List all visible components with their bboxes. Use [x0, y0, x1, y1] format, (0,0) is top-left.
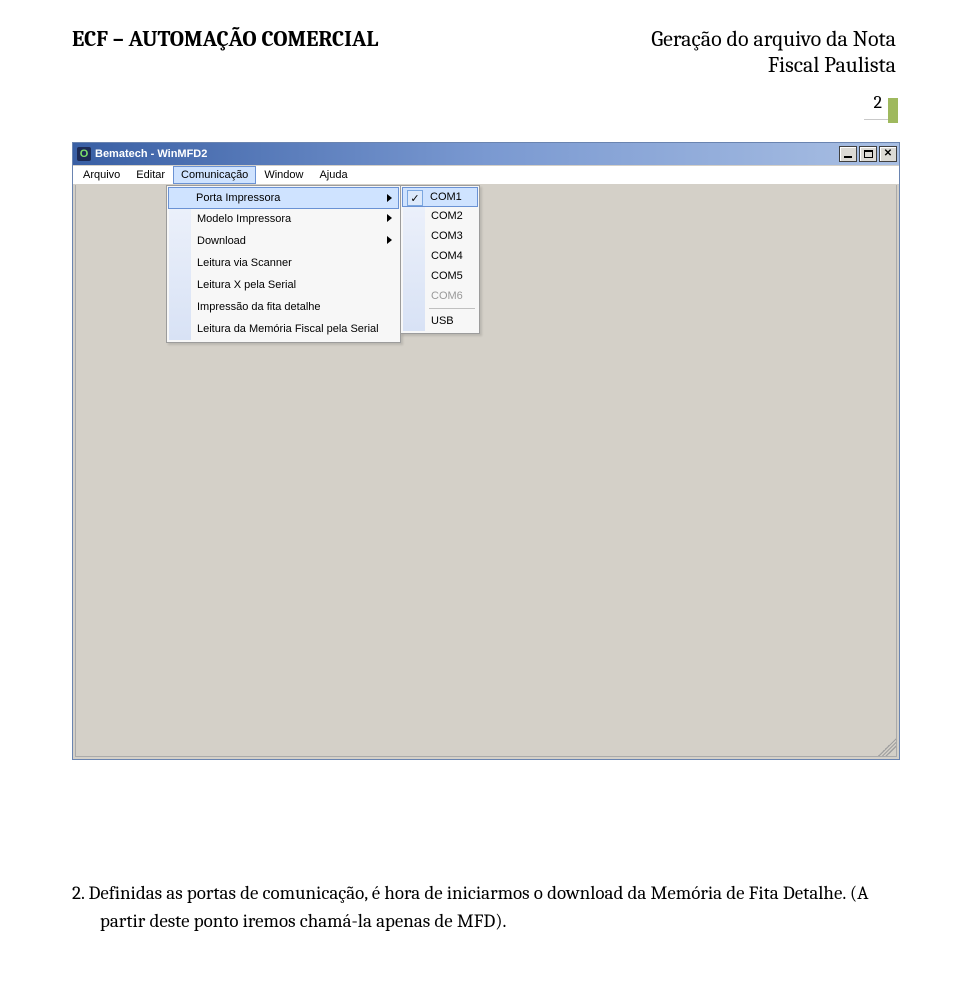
maximize-button[interactable] — [859, 146, 877, 162]
application-window: O Bematech - WinMFD2 ✕ ArquivoEditarComu… — [72, 142, 900, 760]
client-area: Porta ImpressoraModelo ImpressoraDownloa… — [75, 185, 897, 757]
submenu-item[interactable]: ✓COM1 — [402, 187, 478, 207]
menu-editar[interactable]: Editar — [128, 166, 173, 184]
submenu-arrow-icon — [387, 214, 392, 222]
titlebar: O Bematech - WinMFD2 ✕ — [73, 143, 899, 165]
embedded-screenshot: O Bematech - WinMFD2 ✕ ArquivoEditarComu… — [72, 142, 900, 760]
page-number: 2 — [864, 88, 893, 120]
dropdown-item[interactable]: Modelo Impressora — [169, 208, 398, 230]
submenu-item[interactable]: COM2 — [403, 206, 477, 226]
submenu-item[interactable]: COM5 — [403, 266, 477, 286]
submenu-item[interactable]: COM4 — [403, 246, 477, 266]
dropdown-item[interactable]: Impressão da fita detalhe — [169, 296, 398, 318]
minimize-button[interactable] — [839, 146, 857, 162]
dropdown-item[interactable]: Leitura da Memória Fiscal pela Serial — [169, 318, 398, 340]
submenu-arrow-icon — [387, 194, 392, 202]
submenu-arrow-icon — [387, 236, 392, 244]
dropdown-item[interactable]: Leitura X pela Serial — [169, 274, 398, 296]
menu-ajuda[interactable]: Ajuda — [311, 166, 355, 184]
menu-arquivo[interactable]: Arquivo — [75, 166, 128, 184]
menu-comunicação[interactable]: Comunicação — [173, 166, 256, 184]
dropdown-item[interactable]: Porta Impressora — [168, 187, 399, 209]
dropdown-item[interactable]: Download — [169, 230, 398, 252]
dropdown-item[interactable]: Leitura via Scanner — [169, 252, 398, 274]
doc-header-right: Geração do arquivo da Nota Fiscal Paulis… — [651, 26, 896, 78]
app-icon: O — [77, 147, 91, 161]
submenu-item[interactable]: COM3 — [403, 226, 477, 246]
doc-header-left: ECF – AUTOMAÇÃO COMERCIAL — [72, 26, 378, 52]
menu-window[interactable]: Window — [256, 166, 311, 184]
dropdown-comunicacao: Porta ImpressoraModelo ImpressoraDownloa… — [166, 185, 401, 343]
submenu-porta-impressora: ✓COM1COM2COM3COM4COM5COM6 USB — [400, 185, 480, 334]
instruction-step-2: 2. Definidas as portas de comunicação, é… — [72, 880, 896, 935]
menubar: ArquivoEditarComunicaçãoWindowAjuda — [73, 165, 899, 185]
window-title: Bematech - WinMFD2 — [95, 148, 207, 160]
submenu-item[interactable]: USB — [403, 311, 477, 331]
submenu-item: COM6 — [403, 286, 477, 306]
check-icon: ✓ — [407, 190, 423, 206]
menu-separator — [429, 308, 475, 309]
close-button[interactable]: ✕ — [879, 146, 897, 162]
